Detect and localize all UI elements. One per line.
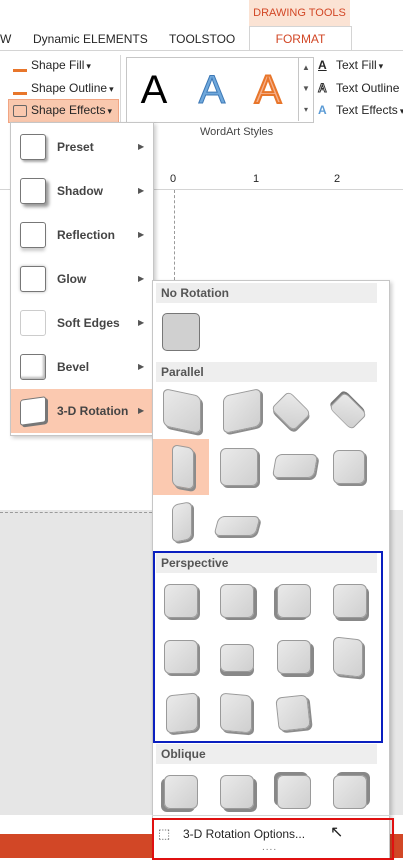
text-effects-button[interactable]: A Text Effects ▾ xyxy=(318,100,403,120)
text-outline-icon: A xyxy=(318,81,328,96)
chevron-right-icon: ▶ xyxy=(138,186,145,195)
text-outline-label: Text Outline xyxy=(336,81,400,95)
perspective-highlight-box xyxy=(153,551,383,743)
chevron-right-icon: ▶ xyxy=(138,406,145,415)
text-effects-icon: A xyxy=(318,103,327,117)
rotation-preset-parallel[interactable] xyxy=(163,387,201,435)
scroll-up-icon[interactable]: ▲ xyxy=(299,57,313,78)
chevron-right-icon: ▶ xyxy=(138,362,145,371)
rotation-preset-parallel[interactable] xyxy=(271,454,319,478)
ruler-mark: 2 xyxy=(334,173,341,185)
shape-effects-content[interactable]: Shape Effects ▾ xyxy=(13,100,112,120)
gallery-more-icon[interactable]: ▾ xyxy=(299,99,313,120)
tab-format[interactable]: FORMAT xyxy=(249,26,352,51)
menu-item-label: Soft Edges xyxy=(57,316,120,330)
menu-item-3d-rotation[interactable]: 3-D Rotation ▶ xyxy=(11,389,153,433)
shape-fill-button[interactable]: Shape Fill ▾ xyxy=(13,55,91,75)
menu-item-soft-edges[interactable]: Soft Edges ▶ xyxy=(11,301,153,345)
paint-bucket-icon xyxy=(13,55,27,72)
rotation-preset-parallel[interactable] xyxy=(220,448,258,486)
shape-effects-menu: Preset ▶ Shadow ▶ Reflection ▶ Glow ▶ So… xyxy=(10,122,154,436)
wordart-style-black[interactable]: A xyxy=(128,64,180,116)
text-effects-label: Text Effects xyxy=(336,103,398,117)
section-header-parallel: Parallel xyxy=(156,362,377,382)
soft-edges-icon xyxy=(20,310,46,336)
chevron-right-icon: ▶ xyxy=(138,142,145,151)
text-fill-button[interactable]: A Text Fill ▾ xyxy=(318,55,383,75)
mouse-cursor-icon: ↖ xyxy=(330,824,344,841)
rotation-preset-oblique[interactable] xyxy=(333,775,367,809)
wordart-gallery-scroll[interactable]: ▲ ▼ ▾ xyxy=(298,57,313,121)
chevron-down-icon: ▾ xyxy=(378,61,384,71)
chevron-down-icon: ▾ xyxy=(109,84,114,94)
rotation-preset-oblique[interactable] xyxy=(164,775,198,809)
rotation-preset-parallel[interactable] xyxy=(223,387,261,435)
wordart-style-blue[interactable]: A xyxy=(186,64,238,116)
guide-line xyxy=(0,512,152,513)
shape-outline-button[interactable]: Shape Outline ▾ xyxy=(13,78,114,98)
section-header-oblique: Oblique xyxy=(156,744,377,764)
menu-item-bevel[interactable]: Bevel ▶ xyxy=(11,345,153,389)
tab-dynamic-elements[interactable]: Dynamic ELEMENTS xyxy=(33,28,148,50)
text-fill-icon: A xyxy=(318,58,327,72)
shape-effects-label: Shape Effects xyxy=(31,103,106,117)
wordart-style-orange-outline[interactable]: A xyxy=(242,64,294,116)
chevron-down-icon: ▾ xyxy=(107,106,113,116)
rotation-preset-parallel[interactable] xyxy=(172,444,194,490)
rotation-preset-parallel[interactable] xyxy=(333,450,365,484)
drawing-tools-context-label: DRAWING TOOLS xyxy=(249,0,350,26)
ruler-mark: 0 xyxy=(170,173,177,185)
scroll-down-icon[interactable]: ▼ xyxy=(299,78,313,99)
menu-item-reflection[interactable]: Reflection ▶ xyxy=(11,213,153,257)
shape-fill-label: Shape Fill xyxy=(31,58,85,72)
chevron-down-icon: ▾ xyxy=(86,61,91,71)
menu-item-preset[interactable]: Preset ▶ xyxy=(11,125,153,169)
menu-item-label: Glow xyxy=(57,272,87,286)
3d-rotation-icon xyxy=(20,396,46,426)
text-fill-label: Text Fill xyxy=(336,58,377,72)
options-highlight-box xyxy=(152,818,394,860)
reflection-icon xyxy=(20,222,46,248)
menu-item-label: Reflection xyxy=(57,228,116,242)
rotation-preset-parallel[interactable] xyxy=(172,501,192,543)
menu-item-label: Preset xyxy=(57,140,94,154)
menu-item-glow[interactable]: Glow ▶ xyxy=(11,257,153,301)
rotation-preset-oblique[interactable] xyxy=(220,775,254,809)
tab-toolstoo[interactable]: TOOLSTOO xyxy=(169,28,235,50)
bevel-icon xyxy=(20,354,46,380)
tab-partial[interactable]: W xyxy=(0,28,11,50)
rotation-preset-no-rotation[interactable] xyxy=(162,313,200,351)
section-header-no-rotation: No Rotation xyxy=(156,283,377,303)
menu-item-label: Shadow xyxy=(57,184,104,198)
glow-icon xyxy=(20,266,46,292)
guide-line xyxy=(174,190,175,280)
preset-icon xyxy=(20,134,46,160)
ruler-mark: 1 xyxy=(253,173,260,185)
menu-item-label: 3-D Rotation xyxy=(57,404,129,418)
shadow-icon xyxy=(20,178,46,204)
menu-item-shadow[interactable]: Shadow ▶ xyxy=(11,169,153,213)
text-outline-button[interactable]: A Text Outline xyxy=(318,78,400,98)
chevron-right-icon: ▶ xyxy=(138,230,145,239)
rotation-preset-parallel[interactable] xyxy=(213,516,261,536)
wordart-styles-group-label: WordArt Styles xyxy=(200,126,274,138)
effects-icon xyxy=(13,105,27,117)
chevron-right-icon: ▶ xyxy=(138,274,145,283)
rotation-preset-oblique[interactable] xyxy=(277,775,311,809)
chevron-right-icon: ▶ xyxy=(138,318,145,327)
menu-item-label: Bevel xyxy=(57,360,90,374)
pencil-icon xyxy=(13,78,27,95)
shape-outline-label: Shape Outline xyxy=(31,81,108,95)
divider xyxy=(152,815,390,816)
